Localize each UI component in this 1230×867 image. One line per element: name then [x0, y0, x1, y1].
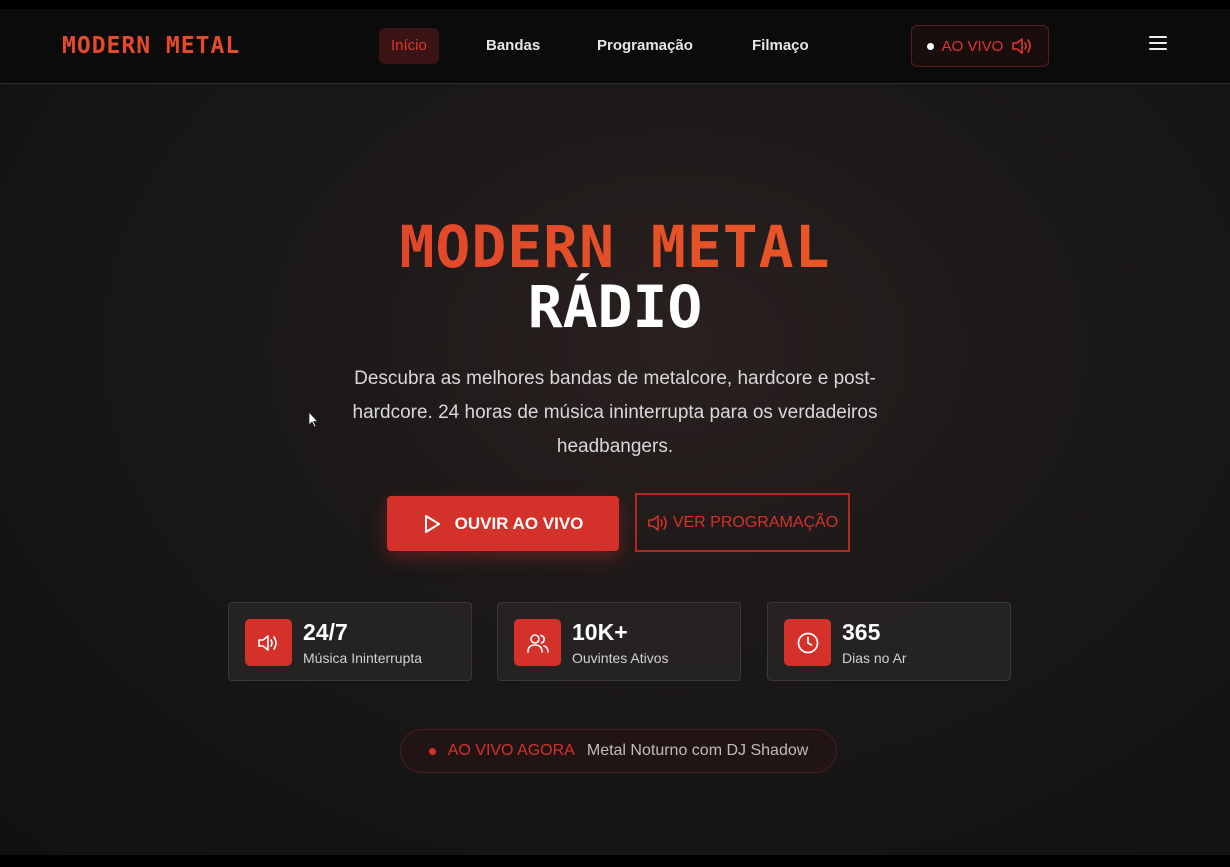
nav-link-inicio[interactable]: Início	[379, 28, 439, 64]
site-logo[interactable]: MODERN METAL	[62, 33, 240, 59]
users-icon	[526, 633, 549, 653]
live-button[interactable]: AO VIVO	[911, 25, 1049, 67]
listen-live-button[interactable]: OUVIR AO VIVO	[387, 496, 619, 551]
mouse-cursor-icon	[308, 411, 319, 428]
speaker-icon	[257, 634, 277, 651]
listen-live-label: OUVIR AO VIVO	[454, 513, 584, 533]
stat-label: Dias no Ar	[842, 650, 907, 666]
stat-value: 10K+	[572, 619, 628, 645]
hero-subtitle: RÁDIO	[527, 273, 703, 341]
nav-link-bandas[interactable]: Bandas	[474, 28, 552, 64]
live-dot-icon	[926, 42, 934, 50]
live-dot-icon	[428, 747, 436, 755]
top-nav: MODERN METAL Início Bandas Programação F…	[0, 9, 1230, 84]
hamburger-menu-icon[interactable]	[1149, 36, 1167, 52]
hero-description: Descubra as melhores bandas de metalcore…	[352, 368, 878, 457]
stat-label: Música Ininterrupta	[303, 650, 423, 666]
view-schedule-label: VER PROGRAMAÇÃO	[672, 513, 839, 531]
stat-card-uptime: 24/7 Música Ininterrupta	[228, 602, 472, 681]
stat-value: 365	[842, 619, 881, 645]
stat-label: Ouvintes Ativos	[572, 650, 669, 666]
nav-link-programacao[interactable]: Programação	[585, 28, 705, 64]
stat-card-days: 365 Dias no Ar	[767, 602, 1011, 681]
hero-title: MODERN METAL	[0, 215, 1230, 279]
now-playing-label: AO VIVO AGORA	[447, 742, 575, 759]
clock-icon	[797, 632, 818, 653]
play-icon	[424, 514, 440, 533]
speaker-icon	[648, 514, 667, 531]
speaker-icon	[1012, 38, 1032, 54]
view-schedule-button[interactable]: VER PROGRAMAÇÃO	[635, 493, 850, 552]
now-playing-badge[interactable]: AO VIVO AGORA Metal Noturno com DJ Shado…	[400, 729, 837, 773]
stat-value: 24/7	[303, 619, 348, 645]
nav-link-filmaco[interactable]: Filmaço	[740, 28, 821, 64]
stat-card-listeners: 10K+ Ouvintes Ativos	[497, 602, 741, 681]
page: MODERN METAL Início Bandas Programação F…	[0, 9, 1230, 855]
now-playing-show: Metal Noturno com DJ Shadow	[586, 742, 809, 759]
live-label: AO VIVO	[941, 37, 1004, 55]
